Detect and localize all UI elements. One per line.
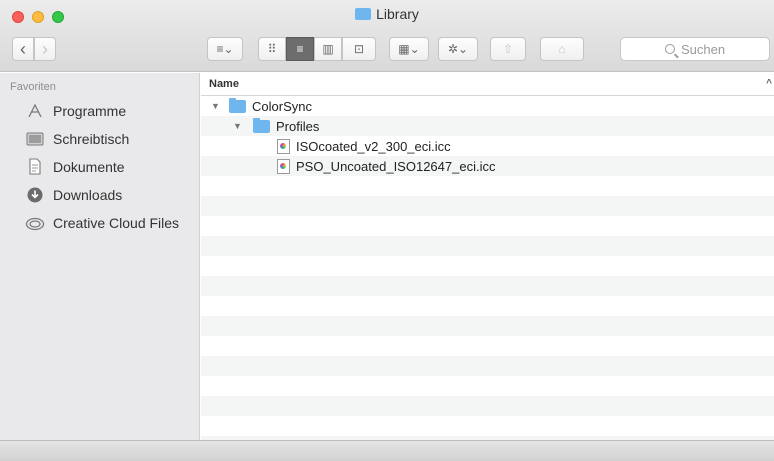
sidebar-item-label: Creative Cloud Files — [53, 215, 180, 231]
list-item-profiles[interactable]: ▼ Profiles — [201, 116, 774, 136]
list-item-label: Profiles — [276, 118, 320, 134]
icon-view-button[interactable]: ⠿ — [258, 37, 286, 61]
list-item-colorsync[interactable]: ▼ ColorSync — [201, 96, 774, 116]
folder-icon — [355, 8, 372, 20]
forward-button[interactable]: › — [34, 37, 56, 61]
toolbar: Library ‹ › ≡⌄ ⠿ ≡ ▥ ⊡ ▦⌄ ✲⌄ ⇧ ⌂ Suchen — [0, 0, 774, 72]
column-header-name[interactable]: Name ^ — [201, 73, 774, 96]
list-view-button[interactable]: ≡ — [286, 37, 314, 61]
file-rows: ▼ ColorSync ▼ Profiles ISOcoated_v2_300_… — [201, 96, 774, 440]
empty-row — [201, 276, 774, 296]
icc-profile-file-icon — [277, 158, 290, 174]
coverflow-view-button[interactable]: ⊡ — [342, 37, 376, 61]
window-title-label: Library — [376, 6, 419, 22]
gear-icon: ✲⌄ — [447, 42, 469, 56]
tag-icon: ⌂ — [558, 42, 566, 56]
empty-row — [201, 176, 774, 196]
arrange-grid-icon: ▦⌄ — [398, 42, 420, 56]
view-options-button[interactable]: ≡⌄ — [207, 37, 243, 61]
column-header-label: Name — [209, 78, 239, 90]
window-title: Library — [0, 6, 774, 22]
sidebar-item-label: Downloads — [53, 187, 123, 203]
disclosure-expanded-icon[interactable]: ▼ — [233, 121, 245, 131]
finder-window: Library ‹ › ≡⌄ ⠿ ≡ ▥ ⊡ ▦⌄ ✲⌄ ⇧ ⌂ Suchen … — [0, 0, 774, 461]
documents-icon — [25, 158, 45, 176]
sidebar-item-label: Programme — [53, 103, 127, 119]
empty-row — [201, 296, 774, 316]
sidebar-item-label: Dokumente — [53, 159, 125, 175]
empty-row — [201, 256, 774, 276]
list-icon: ≡ — [296, 42, 304, 56]
share-button[interactable]: ⇧ — [490, 37, 526, 61]
creative-cloud-icon — [25, 214, 45, 232]
chevron-right-icon: › — [42, 38, 48, 59]
folder-icon — [229, 97, 246, 113]
empty-row — [201, 196, 774, 216]
applications-icon — [25, 102, 45, 120]
empty-row — [201, 236, 774, 256]
search-placeholder: Suchen — [680, 41, 726, 57]
back-button[interactable]: ‹ — [12, 37, 34, 61]
list-item-label: ColorSync — [252, 98, 312, 114]
list-item-pso-uncoated[interactable]: PSO_Uncoated_ISO12647_eci.icc — [201, 156, 774, 176]
search-field[interactable]: Suchen — [620, 37, 770, 61]
list-item-isocoated[interactable]: ISOcoated_v2_300_eci.icc — [201, 136, 774, 156]
columns-icon: ▥ — [322, 42, 334, 56]
action-button[interactable]: ✲⌄ — [438, 37, 478, 61]
chevron-left-icon: ‹ — [20, 38, 26, 59]
list-options-icon: ≡⌄ — [216, 42, 234, 56]
search-icon — [664, 44, 675, 54]
share-icon: ⇧ — [502, 42, 514, 56]
empty-row — [201, 396, 774, 416]
sort-ascending-icon: ^ — [766, 78, 772, 89]
empty-row — [201, 336, 774, 356]
empty-row — [201, 316, 774, 336]
downloads-icon — [25, 186, 45, 204]
disclosure-expanded-icon[interactable]: ▼ — [211, 101, 223, 111]
sidebar-item-creative-cloud-files[interactable]: Creative Cloud Files — [25, 212, 179, 234]
file-list: Name ^ ▼ ColorSync ▼ Profiles ISOcoated_… — [201, 73, 774, 440]
desktop-icon — [25, 130, 45, 148]
status-bar — [0, 440, 774, 461]
coverflow-icon: ⊡ — [353, 42, 365, 56]
sidebar-item-downloads[interactable]: Downloads — [25, 184, 122, 206]
grid-icon: ⠿ — [267, 42, 277, 56]
sidebar: Favoriten Programme Schreibtisch Dokumen… — [0, 73, 200, 440]
empty-row — [201, 416, 774, 436]
list-item-label: PSO_Uncoated_ISO12647_eci.icc — [296, 158, 496, 174]
sidebar-item-dokumente[interactable]: Dokumente — [25, 156, 125, 178]
empty-row — [201, 376, 774, 396]
sidebar-section-favorites: Favoriten — [10, 81, 56, 93]
list-item-label: ISOcoated_v2_300_eci.icc — [296, 138, 451, 154]
sidebar-item-label: Schreibtisch — [53, 131, 130, 147]
sidebar-item-programme[interactable]: Programme — [25, 100, 126, 122]
sidebar-item-schreibtisch[interactable]: Schreibtisch — [25, 128, 129, 150]
empty-row — [201, 356, 774, 376]
folder-icon — [253, 117, 270, 133]
arrange-button[interactable]: ▦⌄ — [389, 37, 429, 61]
column-view-button[interactable]: ▥ — [314, 37, 342, 61]
icc-profile-file-icon — [277, 138, 290, 154]
empty-row — [201, 216, 774, 236]
tags-button[interactable]: ⌂ — [540, 37, 584, 61]
